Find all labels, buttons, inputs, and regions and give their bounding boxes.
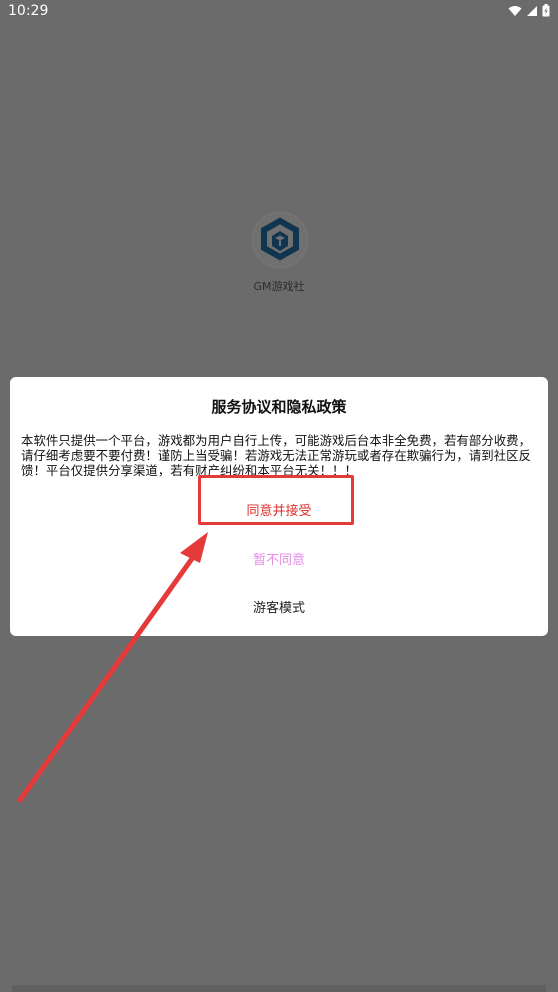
cube-logo-icon — [251, 211, 309, 269]
app-logo — [251, 211, 309, 269]
wifi-icon — [508, 5, 522, 16]
status-bar: 10:29 — [0, 0, 558, 24]
dialog-title: 服务协议和隐私政策 — [211, 398, 347, 416]
bottom-navigation-bar — [12, 985, 546, 992]
status-icons — [508, 4, 550, 17]
dialog-body-text: 本软件只提供一个平台，游戏都为用户自行上传，可能游戏后台本非全免费，若有部分收费… — [21, 433, 532, 478]
app-name: GM游戏社 — [253, 280, 305, 293]
battery-icon — [542, 4, 550, 17]
annotation-highlight-box — [198, 475, 354, 525]
disagree-button[interactable]: 暂不同意 — [10, 549, 548, 568]
cell-signal-icon — [527, 5, 537, 16]
guest-mode-button[interactable]: 游客模式 — [10, 597, 548, 616]
status-time: 10:29 — [8, 3, 49, 19]
